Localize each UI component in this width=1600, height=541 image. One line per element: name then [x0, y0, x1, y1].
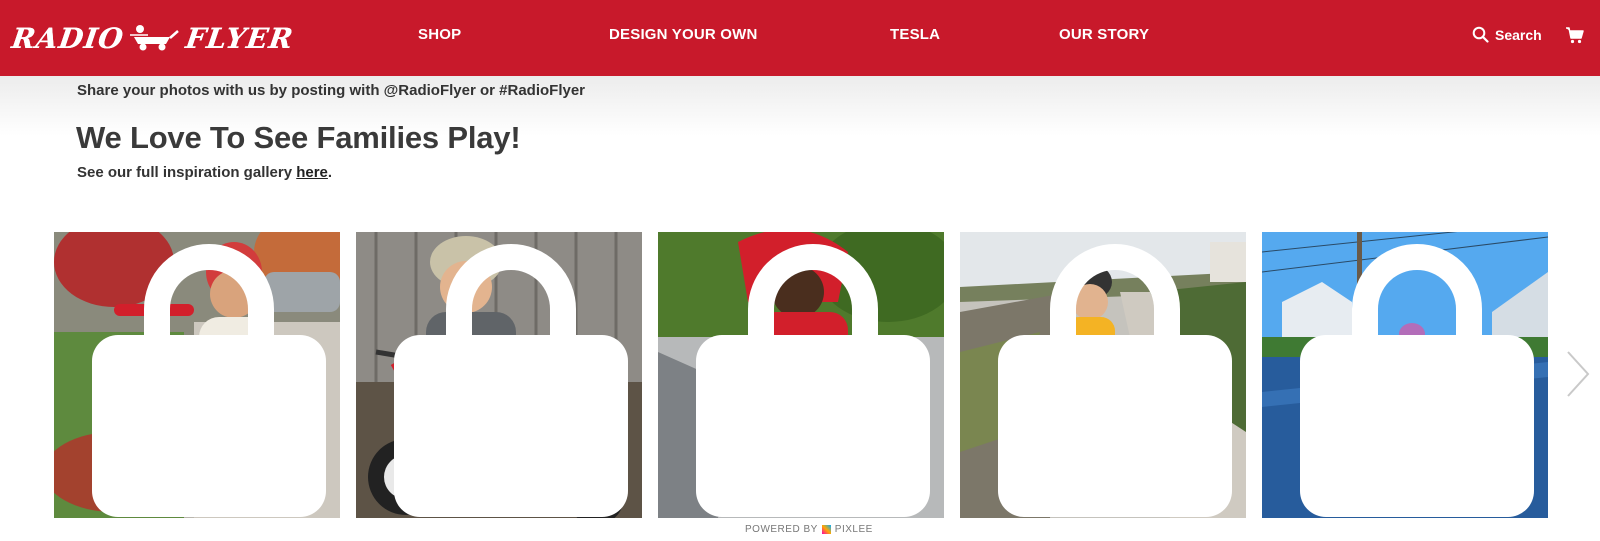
- gallery-sentence: See our full inspiration gallery here.: [77, 164, 332, 181]
- pixlee-brand: PIXLEE: [834, 524, 873, 535]
- search-button[interactable]: Search: [1472, 26, 1542, 43]
- site-header: RADIO FLYER SHOP DESIGN YOUR OWN TESLA O…: [0, 0, 1600, 76]
- shopping-bag-icon: [696, 244, 930, 517]
- nav-shop[interactable]: SHOP: [418, 26, 461, 43]
- gallery-photo-4[interactable]: [960, 232, 1246, 518]
- share-instructions: Share your photos with us by posting wit…: [77, 82, 586, 99]
- powered-by-pixlee[interactable]: POWERED BY PIXLEE: [745, 524, 873, 535]
- logo-word-flyer: FLYER: [183, 21, 296, 55]
- radio-flyer-logo[interactable]: RADIO FLYER: [9, 18, 302, 58]
- gallery-link[interactable]: here: [296, 164, 328, 181]
- search-label: Search: [1495, 26, 1542, 43]
- logo-word-radio: RADIO: [9, 21, 127, 55]
- gallery-prefix: See our full inspiration gallery: [77, 164, 297, 181]
- gallery-photo-2[interactable]: [356, 232, 642, 518]
- nav-tesla[interactable]: TESLA: [890, 26, 940, 43]
- gallery-photo-5[interactable]: [1262, 232, 1548, 518]
- page-title: We Love To See Families Play!: [76, 120, 521, 155]
- cart-icon[interactable]: [1566, 27, 1584, 44]
- search-icon: [1472, 26, 1489, 43]
- shopping-bag-icon: [394, 244, 628, 517]
- chevron-right-icon[interactable]: [1565, 350, 1591, 398]
- shopping-bag-icon: [1300, 244, 1534, 517]
- gallery-suffix: .: [327, 164, 333, 181]
- nav-design-your-own[interactable]: DESIGN YOUR OWN: [609, 26, 758, 43]
- shopping-bag-icon: [92, 244, 326, 517]
- pixlee-logo-icon: [821, 525, 831, 534]
- shopping-bag-icon: [998, 244, 1232, 517]
- powered-by-label: POWERED BY: [745, 524, 818, 535]
- gallery-photo-1[interactable]: [54, 232, 340, 518]
- gallery-photo-3[interactable]: [658, 232, 944, 518]
- nav-our-story[interactable]: OUR STORY: [1059, 26, 1149, 43]
- wagon-icon: [129, 25, 179, 51]
